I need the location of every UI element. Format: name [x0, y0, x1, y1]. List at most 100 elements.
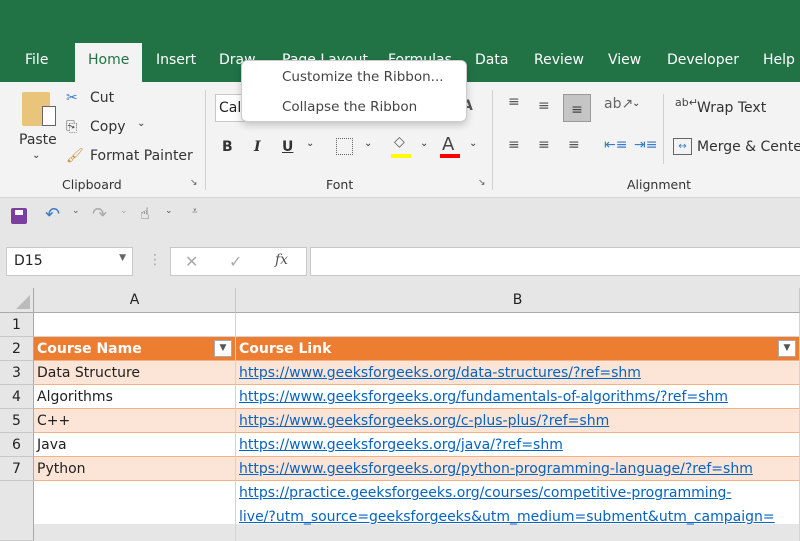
cell-a7[interactable]: Python	[34, 457, 236, 481]
align-middle-icon[interactable]: ≡	[538, 98, 550, 114]
tab-view[interactable]: View	[608, 52, 641, 68]
column-header-b[interactable]: B	[236, 288, 800, 313]
cell-b4[interactable]: https://www.geeksforgeeks.org/fundamenta…	[236, 385, 800, 409]
format-painter-button[interactable]: Format Painter	[90, 148, 193, 164]
underline-dropdown-icon[interactable]: ⌄	[306, 138, 314, 149]
drag-handle-icon[interactable]: ⋮	[148, 252, 162, 268]
align-right-icon[interactable]: ≡	[568, 137, 580, 153]
cut-button[interactable]: Cut	[90, 90, 114, 106]
italic-button[interactable]: I	[254, 139, 261, 155]
insert-function-icon[interactable]: fx	[275, 252, 288, 268]
font-color-bar	[440, 154, 460, 158]
font-color-icon[interactable]: A	[442, 134, 454, 155]
paste-icon	[22, 92, 56, 126]
align-center-icon[interactable]: ≡	[538, 137, 550, 153]
clipboard-launcher-icon[interactable]: ↘	[190, 178, 198, 188]
paste-dropdown-icon[interactable]: ⌄	[32, 150, 40, 161]
hyperlink[interactable]: https://www.geeksforgeeks.org/data-struc…	[239, 365, 641, 381]
cell-b2[interactable]: Course Link ▼	[236, 337, 800, 361]
cell-a5[interactable]: C++	[34, 409, 236, 433]
copy-dropdown-icon[interactable]: ⌄	[137, 118, 145, 129]
cell-b7[interactable]: https://www.geeksforgeeks.org/python-pro…	[236, 457, 800, 481]
cell-a2[interactable]: Course Name ▼	[34, 337, 236, 361]
menu-item-collapse-ribbon[interactable]: Collapse the Ribbon	[282, 99, 417, 115]
decrease-indent-icon[interactable]: ⇤≡	[604, 137, 627, 153]
row-header[interactable]: 1	[0, 313, 34, 337]
undo-icon[interactable]: ↶	[45, 204, 60, 225]
clipboard-group-label: Clipboard	[62, 177, 122, 192]
row-header[interactable]: 3	[0, 361, 34, 385]
cell-b6[interactable]: https://www.geeksforgeeks.org/java/?ref=…	[236, 433, 800, 457]
tab-review[interactable]: Review	[534, 52, 584, 68]
fill-color-dropdown-icon[interactable]: ⌄	[420, 138, 428, 149]
font-launcher-icon[interactable]: ↘	[478, 178, 486, 188]
wrap-text-icon: ab↵	[675, 96, 698, 109]
align-bottom-icon[interactable]: ≡	[563, 94, 591, 122]
font-color-dropdown-icon[interactable]: ⌄	[469, 138, 477, 149]
name-box[interactable]: D15 ▼	[6, 247, 133, 276]
cell-b8[interactable]: https://practice.geeksforgeeks.org/cours…	[236, 481, 800, 541]
hyperlink[interactable]: https://www.geeksforgeeks.org/python-pro…	[239, 461, 753, 477]
tab-insert[interactable]: Insert	[156, 52, 196, 68]
touch-dropdown-icon[interactable]: ⌄	[165, 206, 173, 216]
hyperlink-continued[interactable]: live/?utm_source=geeksforgeeks&utm_mediu…	[239, 509, 775, 525]
hyperlink[interactable]: https://www.geeksforgeeks.org/fundamenta…	[239, 389, 728, 405]
row-header[interactable]: 6	[0, 433, 34, 457]
merge-center-button[interactable]: Merge & Center	[697, 139, 800, 155]
formula-input[interactable]	[310, 247, 800, 276]
formula-buttons: ✕ ✓ fx	[170, 247, 307, 276]
align-top-icon[interactable]: ≡	[508, 94, 520, 110]
cell-a3[interactable]: Data Structure	[34, 361, 236, 385]
filter-dropdown-icon[interactable]: ▼	[778, 340, 796, 357]
tab-help[interactable]: Help	[763, 52, 795, 68]
wrap-text-button[interactable]: Wrap Text	[697, 100, 766, 116]
align-left-icon[interactable]: ≡	[508, 137, 520, 153]
customize-qat-icon[interactable]: ⩡	[192, 206, 198, 217]
cell-a8[interactable]	[34, 481, 236, 541]
menu-item-customize-ribbon[interactable]: Customize the Ribbon...	[282, 69, 444, 85]
cell-a1[interactable]	[34, 313, 236, 337]
cell-a4[interactable]: Algorithms	[34, 385, 236, 409]
redo-dropdown-icon[interactable]: ⌄	[120, 206, 128, 216]
row-header[interactable]: 5	[0, 409, 34, 433]
ribbon-context-menu: Customize the Ribbon... Collapse the Rib…	[241, 60, 467, 122]
cell-b1[interactable]	[236, 313, 800, 337]
column-header-a[interactable]: A	[34, 288, 236, 313]
cell-text: C++	[37, 413, 71, 429]
touch-mode-icon[interactable]: ☝	[140, 204, 150, 223]
tab-developer[interactable]: Developer	[667, 52, 739, 68]
hyperlink[interactable]: https://www.geeksforgeeks.org/c-plus-plu…	[239, 413, 609, 429]
tab-data[interactable]: Data	[475, 52, 508, 68]
tab-home[interactable]: Home	[75, 43, 143, 82]
cancel-icon[interactable]: ✕	[185, 252, 198, 271]
hyperlink[interactable]: https://practice.geeksforgeeks.org/cours…	[239, 485, 731, 501]
save-icon[interactable]	[11, 208, 27, 224]
redo-icon[interactable]: ↷	[92, 204, 107, 225]
undo-dropdown-icon[interactable]: ⌄	[72, 206, 80, 216]
orientation-icon[interactable]: ab↗	[604, 96, 633, 112]
row-header[interactable]: 2	[0, 337, 34, 361]
select-all-corner[interactable]	[0, 288, 34, 313]
filter-dropdown-icon[interactable]: ▼	[214, 340, 232, 357]
bold-button[interactable]: B	[222, 139, 233, 155]
fill-color-bar	[391, 154, 411, 158]
increase-indent-icon[interactable]: ⇥≡	[634, 137, 657, 153]
row-header[interactable]: 4	[0, 385, 34, 409]
underline-button[interactable]: U	[282, 139, 293, 155]
tab-file[interactable]: File	[25, 52, 48, 68]
cell-a6[interactable]: Java	[34, 433, 236, 457]
borders-icon[interactable]	[336, 138, 353, 155]
hyperlink[interactable]: https://www.geeksforgeeks.org/java/?ref=…	[239, 437, 563, 453]
fill-color-icon[interactable]: ◇	[394, 134, 405, 150]
cell-b5[interactable]: https://www.geeksforgeeks.org/c-plus-plu…	[236, 409, 800, 433]
name-box-value: D15	[14, 253, 43, 269]
cell-b3[interactable]: https://www.geeksforgeeks.org/data-struc…	[236, 361, 800, 385]
row-header[interactable]: 7	[0, 457, 34, 481]
enter-icon[interactable]: ✓	[229, 252, 242, 271]
name-box-dropdown-icon[interactable]: ▼	[119, 253, 126, 263]
row-header[interactable]	[0, 481, 34, 541]
paste-button[interactable]: Paste	[19, 132, 57, 148]
orientation-dropdown-icon[interactable]: ⌄	[632, 98, 640, 109]
borders-dropdown-icon[interactable]: ⌄	[364, 138, 372, 149]
copy-button[interactable]: Copy	[90, 119, 126, 135]
